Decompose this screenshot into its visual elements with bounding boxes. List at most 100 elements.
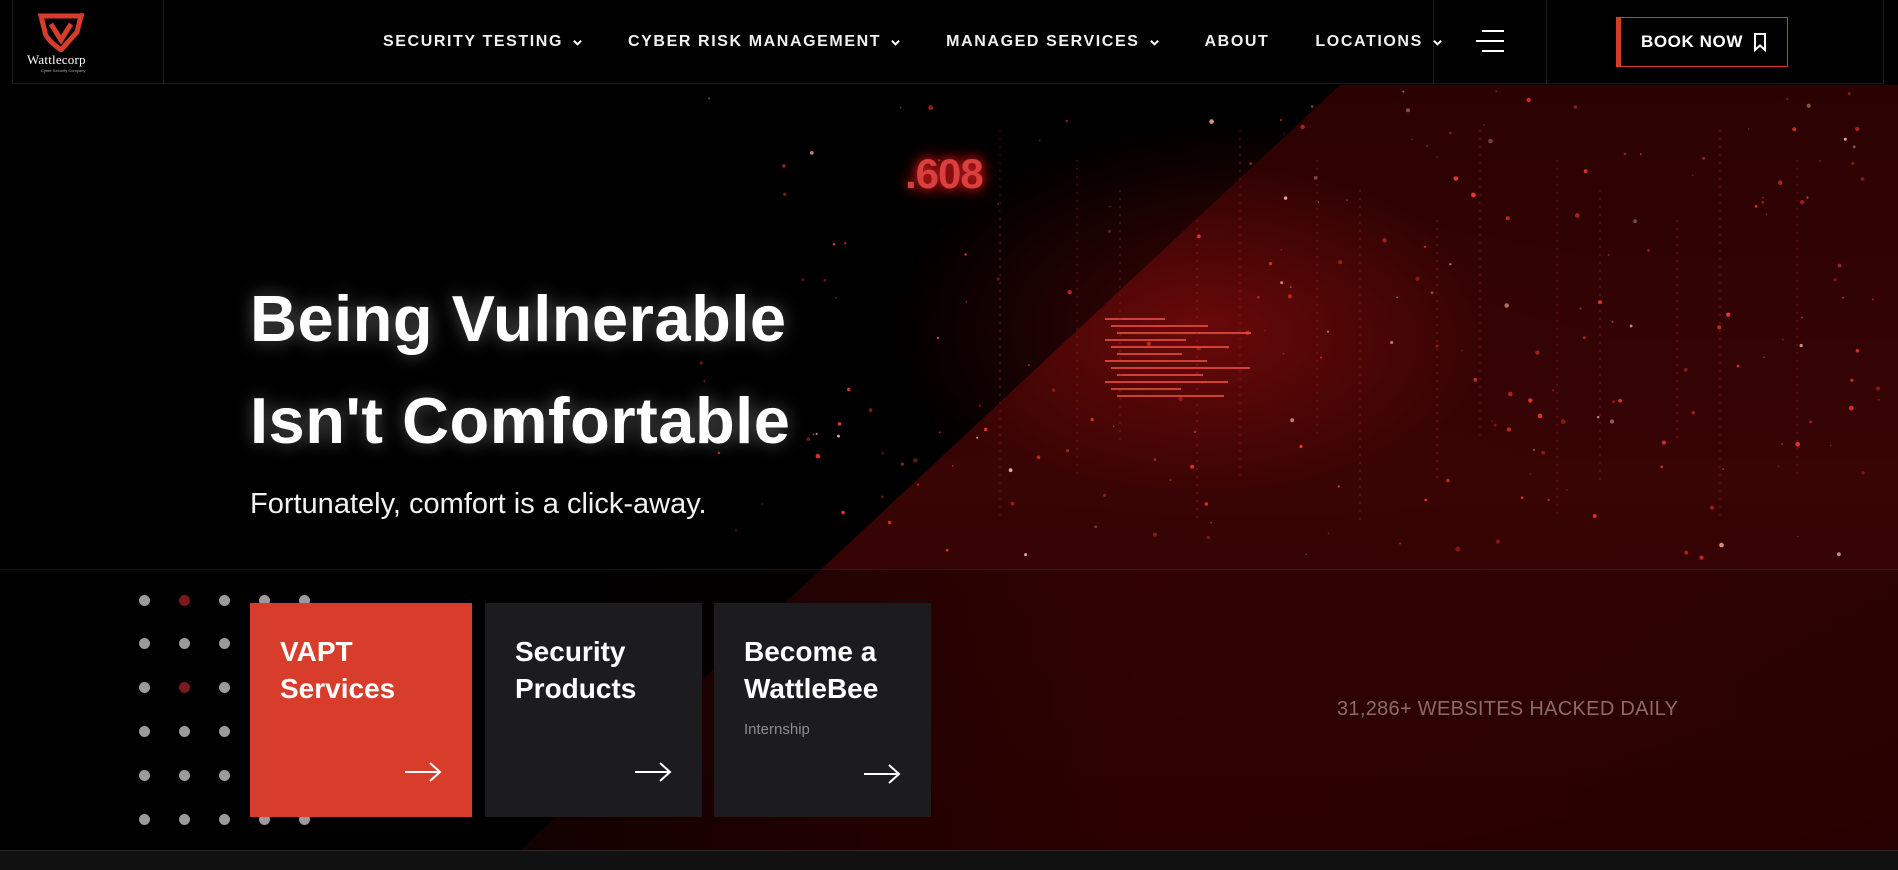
particle xyxy=(1299,444,1303,449)
menu-toggle-cell xyxy=(1433,0,1547,84)
particle xyxy=(1639,153,1642,156)
grid-dot xyxy=(219,638,230,649)
particle xyxy=(1691,174,1694,177)
particle xyxy=(1851,161,1855,166)
code-line xyxy=(1117,353,1182,355)
particle xyxy=(1284,133,1286,135)
particle xyxy=(1493,423,1497,427)
card-become-wattlebee[interactable]: Become a WattleBee Internship xyxy=(714,603,931,817)
grid-dot xyxy=(179,682,190,693)
particle xyxy=(1424,498,1428,502)
particle xyxy=(1010,501,1015,506)
nav-managed-services[interactable]: MANAGED SERVICES xyxy=(946,33,1159,51)
grid-dot xyxy=(139,682,150,693)
particle xyxy=(1345,199,1348,202)
particle xyxy=(1818,159,1821,162)
particle xyxy=(1473,377,1478,382)
particle xyxy=(1197,234,1201,238)
book-now-button[interactable]: BOOK NOW xyxy=(1616,17,1788,67)
particle xyxy=(1107,229,1111,233)
footer-strip xyxy=(0,850,1898,870)
card-security-products[interactable]: Security Products xyxy=(485,603,702,817)
code-line xyxy=(1117,395,1224,397)
grid-dot xyxy=(219,726,230,737)
code-line xyxy=(1117,332,1251,334)
particle xyxy=(1051,388,1056,392)
particle xyxy=(945,548,949,552)
particle xyxy=(1028,364,1030,366)
chevron-down-icon xyxy=(573,39,582,46)
particle xyxy=(812,433,815,436)
particle xyxy=(806,437,811,441)
particle xyxy=(916,483,920,486)
particle xyxy=(1573,105,1578,109)
card-title: Become a WattleBee xyxy=(744,633,901,707)
particle xyxy=(900,107,902,109)
particle xyxy=(809,151,814,155)
particle xyxy=(1786,97,1789,101)
card-title: VAPT Services xyxy=(280,633,442,707)
nav-security-testing[interactable]: SECURITY TESTING xyxy=(383,33,582,51)
logo[interactable]: Wattlecorp Cyber Security Company xyxy=(13,0,164,84)
particle xyxy=(1024,553,1028,557)
particle xyxy=(1765,213,1768,215)
particle xyxy=(976,436,979,439)
particle xyxy=(1109,205,1111,208)
particle xyxy=(1249,162,1253,166)
particle xyxy=(1471,192,1476,198)
grid-dot xyxy=(139,638,150,649)
particle xyxy=(1691,411,1695,415)
particle xyxy=(1843,137,1847,141)
particle xyxy=(782,164,786,168)
glitch-counter: .608 xyxy=(905,150,984,197)
particle xyxy=(1146,341,1152,346)
particle xyxy=(1607,253,1610,256)
particle xyxy=(1153,458,1157,462)
particle xyxy=(1777,180,1783,185)
particle xyxy=(1204,502,1209,506)
particle xyxy=(1747,128,1750,130)
particle xyxy=(1861,471,1865,475)
card-title-line-2: Products xyxy=(515,673,637,704)
particle xyxy=(1320,356,1323,359)
particle xyxy=(1327,330,1329,333)
nav-about[interactable]: ABOUT xyxy=(1205,33,1270,51)
card-vapt-services[interactable]: VAPT Services xyxy=(250,603,472,817)
particle xyxy=(1528,398,1533,403)
particle xyxy=(1112,425,1115,427)
particle xyxy=(938,431,941,434)
particle xyxy=(1505,216,1510,221)
nav-cyber-risk-management[interactable]: CYBER RISK MANAGEMENT xyxy=(628,33,900,51)
arrow-right-icon xyxy=(405,762,442,782)
particle xyxy=(1529,473,1532,475)
particle xyxy=(1777,465,1780,468)
code-line xyxy=(1111,388,1181,390)
particle xyxy=(1282,352,1285,355)
particle xyxy=(1506,427,1512,432)
nav-label: ABOUT xyxy=(1204,33,1270,50)
particle xyxy=(1623,152,1627,156)
grid-dot xyxy=(139,595,150,606)
card-title-line-1: Become a xyxy=(744,636,877,667)
hero-title-line-1: Being Vulnerable xyxy=(250,282,787,355)
particle xyxy=(1065,119,1068,123)
particle xyxy=(1609,419,1615,424)
particle xyxy=(1290,418,1295,423)
hamburger-icon[interactable] xyxy=(1476,30,1504,54)
particle xyxy=(1483,124,1485,126)
particle xyxy=(841,510,845,515)
particle xyxy=(1762,196,1765,199)
grid-dot xyxy=(179,726,190,737)
card-title-line-1: Security xyxy=(515,636,626,667)
particle xyxy=(997,203,1000,205)
code-line xyxy=(1117,374,1203,376)
particle xyxy=(1495,539,1501,544)
particle xyxy=(1280,249,1283,251)
particle xyxy=(783,192,787,196)
particle xyxy=(951,465,954,467)
particle xyxy=(1094,525,1097,529)
particle xyxy=(1612,400,1616,404)
nav-locations[interactable]: LOCATIONS xyxy=(1315,33,1442,51)
particle xyxy=(1801,316,1803,319)
particle xyxy=(1426,144,1429,148)
